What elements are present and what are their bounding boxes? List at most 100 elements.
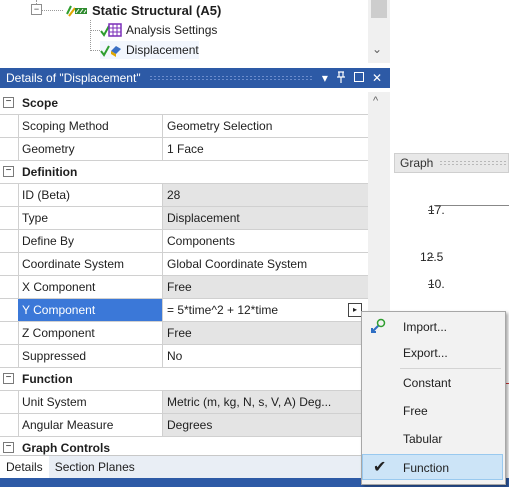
tab-details[interactable]: Details — [0, 456, 49, 478]
property-row[interactable]: Scoping Method Geometry Selection — [0, 115, 368, 138]
menu-item-function[interactable]: ✔ Function — [362, 454, 503, 480]
project-tree: − Static Structural (A5) Analysis Settin… — [0, 0, 390, 63]
pin-icon[interactable] — [336, 70, 346, 86]
collapse-icon[interactable]: − — [3, 442, 14, 453]
graph-header: Graph — [394, 153, 509, 173]
property-value[interactable]: No — [163, 345, 368, 367]
y-tick-mark — [428, 210, 434, 211]
property-value: Free — [163, 276, 368, 298]
category-label: Scope — [18, 92, 368, 114]
category-row[interactable]: − Definition — [0, 161, 368, 184]
property-row[interactable]: Coordinate System Global Coordinate Syste… — [0, 253, 368, 276]
details-title-bar: Details of "Displacement" ▾ ✕ — [0, 68, 390, 88]
context-menu: Import... Export... Constant Free Tabula… — [361, 311, 506, 485]
dropdown-arrow-icon[interactable]: ▾ — [322, 71, 328, 85]
category-label: Function — [18, 368, 368, 390]
menu-separator — [400, 368, 501, 369]
row-gutter — [0, 322, 19, 344]
property-value: Metric (m, kg, N, s, V, A) Deg... — [163, 391, 368, 413]
property-value: Free — [163, 322, 368, 344]
property-name: Y Component — [18, 299, 163, 321]
details-grid: − Scope Scoping Method Geometry Selection Ge… — [0, 92, 368, 460]
property-name: ID (Beta) — [18, 184, 163, 206]
close-icon[interactable]: ✕ — [372, 71, 382, 85]
property-name: Define By — [18, 230, 163, 252]
menu-item-import[interactable]: Import... — [362, 314, 503, 340]
property-value[interactable]: 1 Face — [163, 138, 368, 160]
graph-top-line — [434, 205, 509, 206]
property-row[interactable]: Suppressed No — [0, 345, 368, 368]
property-value[interactable]: Components — [163, 230, 368, 252]
tree-item-label: Displacement — [126, 43, 199, 57]
tree-node-static-structural[interactable]: Static Structural (A5) — [66, 1, 221, 19]
row-gutter — [0, 414, 19, 436]
row-gutter — [0, 253, 19, 275]
checkmark-icon: ✔ — [373, 459, 387, 476]
property-name: Z Component — [18, 322, 163, 344]
menu-item-label: Export... — [403, 346, 448, 360]
property-row[interactable]: Geometry 1 Face — [0, 138, 368, 161]
chevron-down-icon[interactable]: ⌄ — [372, 42, 382, 56]
row-gutter — [0, 230, 19, 252]
property-value[interactable]: = 5*time^2 + 12*time — [163, 299, 368, 321]
property-row[interactable]: Z Component Free — [0, 322, 368, 345]
property-name: Scoping Method — [18, 115, 163, 137]
panel-grip[interactable] — [148, 75, 314, 81]
tree-connector — [90, 20, 91, 51]
property-name: Geometry — [18, 138, 163, 160]
details-title: Details of "Displacement" — [6, 71, 141, 85]
row-gutter: − — [0, 92, 19, 114]
tree-scrollbar[interactable]: ⌄ — [368, 0, 390, 63]
menu-item-label: Import... — [403, 320, 448, 334]
category-label: Definition — [18, 161, 368, 183]
maximize-icon[interactable] — [353, 71, 364, 85]
property-value: Degrees — [163, 414, 368, 436]
scroll-thumb[interactable] — [371, 0, 387, 18]
tree-item-label: Analysis Settings — [126, 23, 218, 37]
flyout-arrow-icon[interactable]: ▸ — [348, 303, 362, 317]
property-value[interactable]: Geometry Selection — [163, 115, 368, 137]
property-row[interactable]: X Component Free — [0, 276, 368, 299]
tree-collapse-toggle[interactable]: − — [31, 4, 42, 15]
collapse-icon[interactable]: − — [3, 373, 14, 384]
property-name: Suppressed — [18, 345, 163, 367]
row-gutter — [0, 391, 19, 413]
graph-title: Graph — [400, 156, 434, 170]
property-row[interactable]: Angular Measure Degrees — [0, 414, 368, 437]
menu-item-label: Constant — [403, 376, 452, 390]
property-name: X Component — [18, 276, 163, 298]
tab-section-planes[interactable]: Section Planes — [49, 456, 141, 478]
chevron-up-icon[interactable]: ^ — [373, 95, 378, 107]
row-gutter: − — [0, 368, 19, 390]
property-value[interactable]: Global Coordinate System — [163, 253, 368, 275]
row-gutter — [0, 115, 19, 137]
row-gutter — [0, 138, 19, 160]
import-icon — [369, 318, 387, 336]
menu-item-tabular[interactable]: Tabular — [362, 426, 503, 452]
category-row[interactable]: − Function — [0, 368, 368, 391]
tree-node-label: Static Structural (A5) — [92, 2, 222, 18]
property-row[interactable]: Unit System Metric (m, kg, N, s, V, A) De… — [0, 391, 368, 414]
tree-item-analysis-settings[interactable]: Analysis Settings — [100, 21, 217, 39]
menu-item-free[interactable]: Free — [362, 398, 503, 424]
property-row[interactable]: Y Component = 5*time^2 + 12*time ▸ — [0, 299, 368, 322]
category-row[interactable]: − Scope — [0, 92, 368, 115]
analysis-settings-icon — [100, 22, 122, 38]
details-tabs: Details Section Planes — [0, 455, 390, 478]
property-row[interactable]: Define By Components — [0, 230, 368, 253]
row-gutter — [0, 184, 19, 206]
menu-item-constant[interactable]: Constant — [362, 370, 503, 396]
tree-item-displacement[interactable]: Displacement — [100, 41, 199, 59]
y-tick-mark — [428, 284, 434, 285]
menu-item-export[interactable]: Export... — [362, 340, 503, 366]
property-row[interactable]: Type Displacement — [0, 207, 368, 230]
collapse-icon[interactable]: − — [3, 166, 14, 177]
collapse-icon[interactable]: − — [3, 97, 14, 108]
panel-grip[interactable] — [439, 160, 508, 166]
property-row[interactable]: ID (Beta) 28 — [0, 184, 368, 207]
y-tick-mark — [428, 257, 434, 258]
tree-connector — [90, 50, 100, 51]
property-name: Unit System — [18, 391, 163, 413]
property-name: Coordinate System — [18, 253, 163, 275]
property-value: 28 — [163, 184, 368, 206]
